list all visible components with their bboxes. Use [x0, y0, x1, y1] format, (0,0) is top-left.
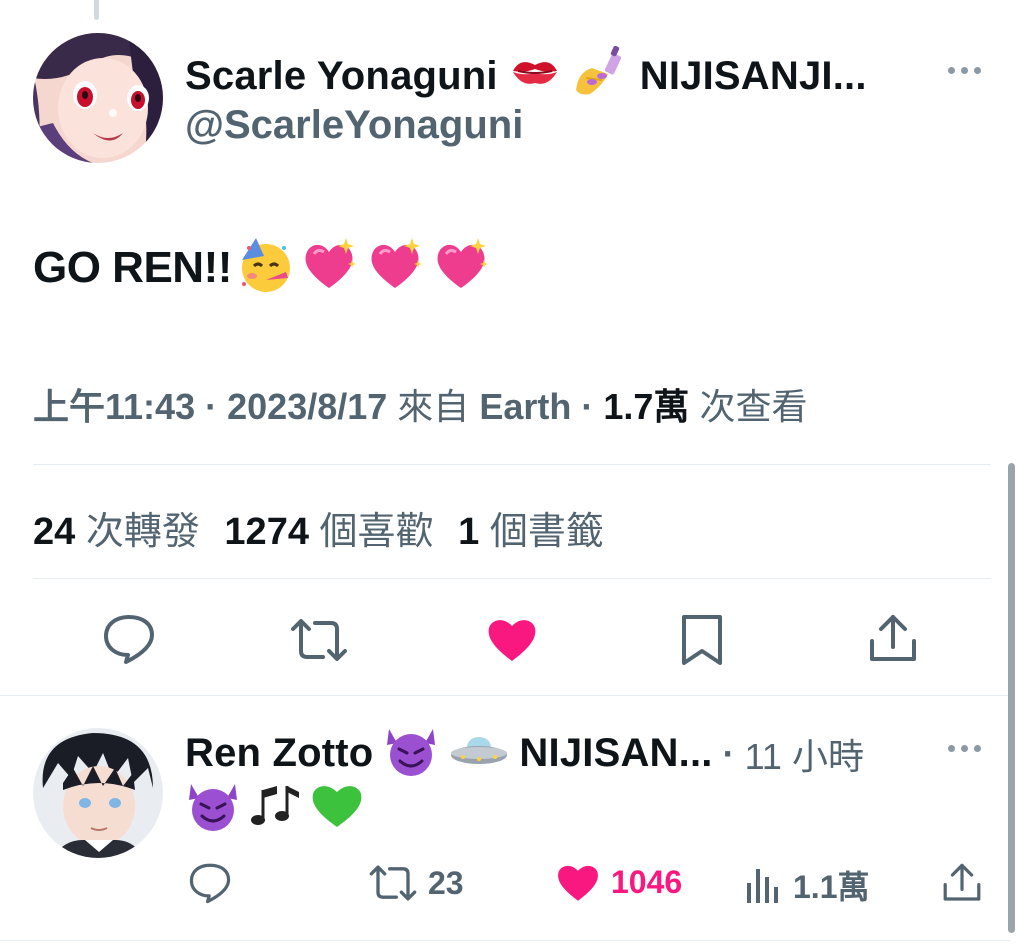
retweets-count: 24: [33, 511, 76, 553]
likes-stat[interactable]: 1274 個喜歡: [224, 511, 444, 553]
reply-retweet-button[interactable]: 23: [368, 862, 464, 904]
author-display-name[interactable]: Scarle Yonaguni: [185, 54, 498, 99]
scrollbar[interactable]: [1008, 463, 1015, 933]
tweet-metadata: 上午11:43 · 2023/8/17 來自 Earth · 1.7萬 次查看: [33, 378, 807, 430]
views-label: 次查看: [699, 386, 808, 427]
reply-like-count: 1046: [611, 863, 683, 900]
author-handle[interactable]: @ScarleYonaguni: [185, 103, 523, 148]
sparkling-heart-emoji: [430, 236, 492, 299]
retweet-icon[interactable]: [289, 615, 349, 665]
bookmarks-stat[interactable]: 1 個書籤: [458, 511, 604, 553]
meta-separator-2: ·: [581, 386, 594, 427]
tweet-time[interactable]: 上午11:43: [33, 386, 195, 427]
reply-views-count: 1.1萬: [793, 869, 870, 905]
reply-views-button[interactable]: 1.1萬: [745, 862, 870, 908]
share-icon[interactable]: [942, 862, 982, 904]
bookmarks-label: 個書籤: [489, 511, 604, 553]
retweets-stat[interactable]: 24 次轉發: [33, 511, 210, 553]
bookmark-icon[interactable]: [680, 613, 724, 667]
reply-display-name[interactable]: Ren Zotto: [185, 731, 373, 776]
tweet-text: GO REN!!: [33, 242, 232, 292]
nail-polish-emoji: [572, 45, 628, 106]
flying-saucer-emoji: [449, 731, 509, 776]
green-heart-emoji: [309, 781, 365, 836]
more-icon[interactable]: [948, 67, 981, 74]
retweet-icon: [368, 862, 418, 904]
more-icon[interactable]: [948, 745, 981, 752]
heart-icon: [555, 861, 601, 903]
author-name-row[interactable]: Scarle Yonaguni NIJISANJI...: [185, 45, 867, 106]
tweet-source[interactable]: Earth: [479, 386, 571, 427]
reply-text: [185, 780, 365, 837]
meta-separator: ·: [205, 386, 218, 427]
likes-label: 個喜歡: [319, 511, 434, 553]
bookmarks-count: 1: [458, 511, 480, 553]
reply-separator: ·: [722, 732, 735, 774]
reply-name-suffix[interactable]: NIJISAN...: [519, 731, 712, 776]
tweet-stats: 24 次轉發 1274 個喜歡 1 個書籤: [33, 500, 604, 555]
thread-connector: [94, 0, 99, 20]
views-icon: [745, 865, 781, 905]
tweet-text-row: GO REN!!: [33, 236, 492, 299]
retweets-label: 次轉發: [85, 511, 200, 553]
reply-like-button[interactable]: 1046: [555, 861, 682, 903]
music-notes-emoji: [247, 780, 303, 837]
author-name-suffix[interactable]: NIJISANJI...: [640, 54, 867, 99]
reply-icon[interactable]: [102, 613, 156, 665]
smiling-devil-emoji: [185, 780, 241, 837]
divider: [0, 695, 1010, 696]
divider: [33, 578, 991, 579]
likes-count: 1274: [224, 511, 309, 553]
share-icon[interactable]: [868, 613, 918, 665]
kiss-mark-emoji: [510, 51, 560, 101]
reply-time[interactable]: 11 小時: [745, 728, 864, 780]
reply-icon[interactable]: [188, 862, 232, 904]
divider: [33, 464, 991, 465]
tweet-date[interactable]: 2023/8/17: [227, 386, 387, 427]
heart-icon[interactable]: [485, 615, 539, 663]
divider: [0, 940, 1010, 941]
source-prefix: 來自: [397, 386, 470, 427]
sparkling-heart-emoji: [298, 236, 360, 299]
partying-face-emoji: [236, 236, 294, 299]
views-count: 1.7萬: [603, 386, 690, 427]
smiling-devil-emoji: [383, 725, 439, 782]
reply-avatar[interactable]: [33, 728, 163, 858]
reply-header[interactable]: Ren Zotto NIJISAN... · 11 小時: [185, 725, 864, 782]
author-avatar[interactable]: [33, 33, 163, 163]
sparkling-heart-emoji: [364, 236, 426, 299]
reply-retweet-count: 23: [428, 864, 464, 901]
